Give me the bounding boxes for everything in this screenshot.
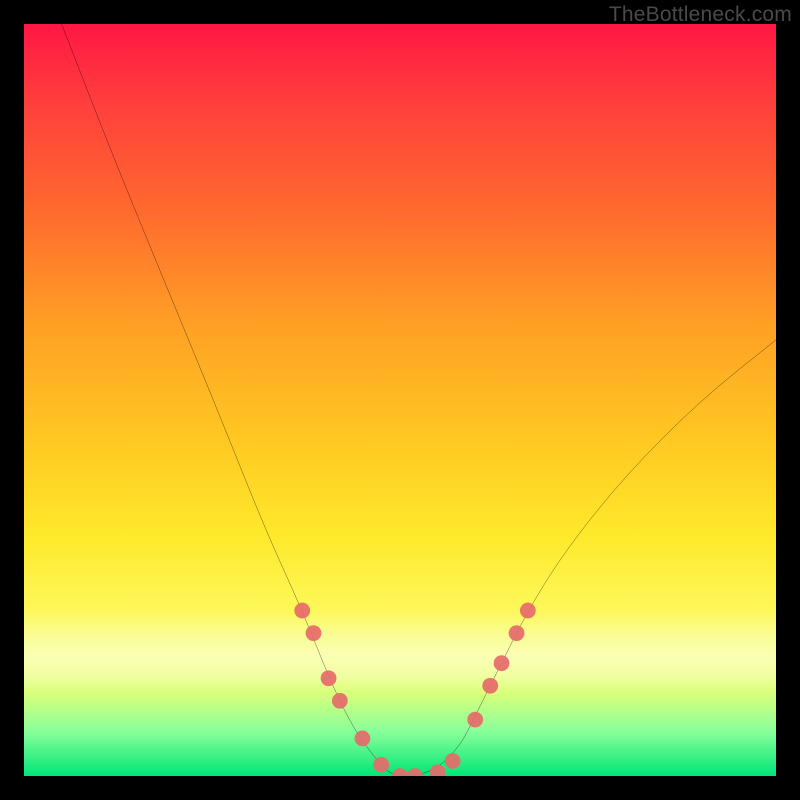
chart-frame: TheBottleneck.com — [0, 0, 800, 800]
marker-dot — [494, 655, 510, 671]
marker-dot — [332, 693, 348, 709]
plot-area — [24, 24, 776, 776]
marker-dot — [482, 678, 498, 694]
marker-dot — [467, 712, 483, 728]
marker-dot — [373, 757, 389, 773]
marker-dot — [392, 768, 408, 776]
bottleneck-curve — [62, 24, 776, 776]
marker-dot — [294, 603, 310, 619]
marker-dot — [407, 768, 423, 776]
marker-dot — [509, 625, 525, 641]
marker-dot — [445, 753, 461, 769]
marker-dot — [306, 625, 322, 641]
marker-dot — [355, 731, 371, 747]
marker-dot — [321, 670, 337, 686]
highlight-dots — [294, 603, 535, 776]
curve-svg — [24, 24, 776, 776]
watermark-text: TheBottleneck.com — [609, 3, 792, 27]
marker-dot — [520, 603, 536, 619]
marker-dot — [430, 764, 446, 776]
